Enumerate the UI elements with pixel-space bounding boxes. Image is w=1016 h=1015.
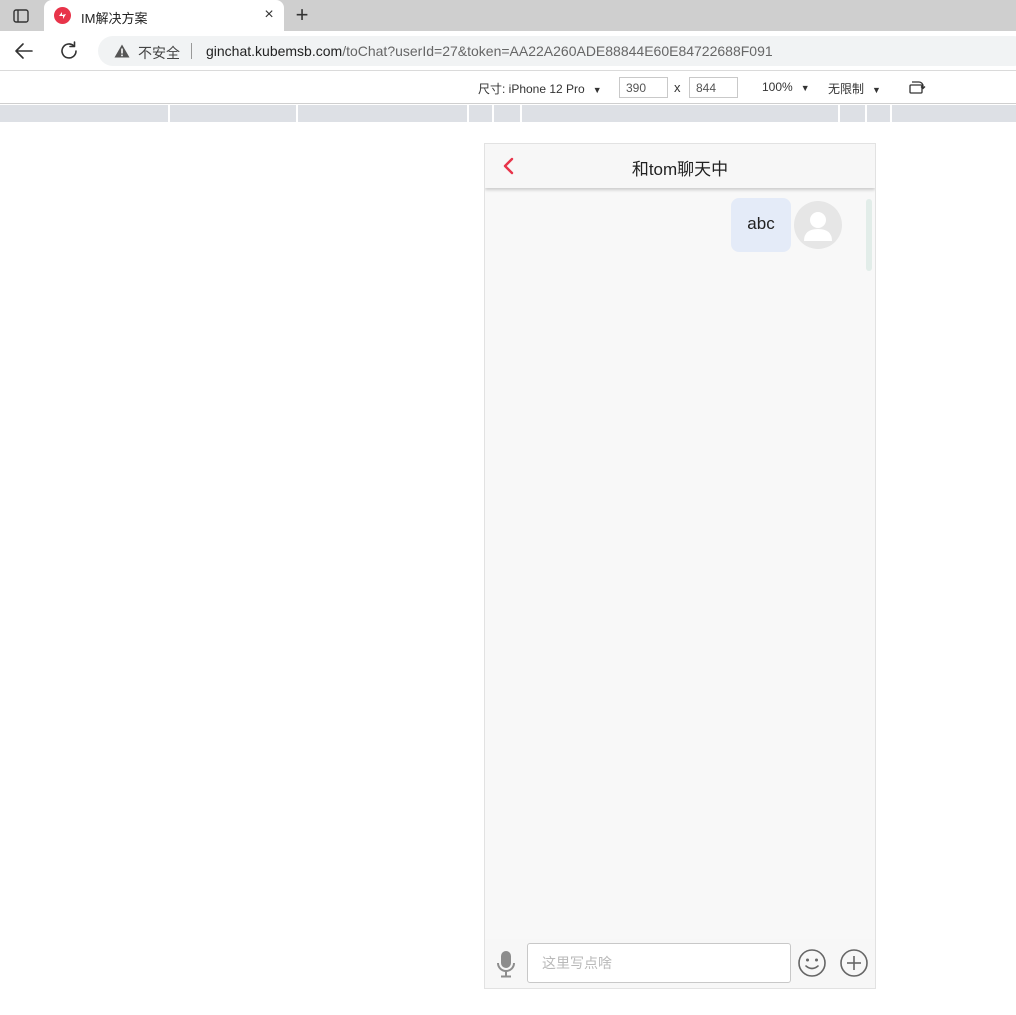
voice-button[interactable] bbox=[495, 949, 517, 979]
throttle-select[interactable]: 无限制 ▼ bbox=[828, 80, 881, 97]
caret-down-icon: ▼ bbox=[800, 83, 810, 93]
message-bubble: abc bbox=[731, 198, 791, 252]
app-logo-icon bbox=[54, 7, 71, 24]
tab-strip: IM解决方案 × + bbox=[0, 0, 1016, 31]
browser-toolbar: 不安全 ginchat.kubemsb.com/toChat?userId=27… bbox=[0, 31, 1016, 71]
throttle-label: 无限制 bbox=[828, 82, 865, 96]
window-tabs-icon bbox=[13, 9, 29, 23]
security-status[interactable]: 不安全 bbox=[138, 43, 180, 63]
new-tab-button[interactable]: + bbox=[290, 4, 314, 28]
width-input[interactable]: 390 bbox=[619, 77, 668, 98]
zoom-select[interactable]: 100% ▼ bbox=[762, 80, 810, 94]
media-query-marker bbox=[890, 105, 892, 122]
message-input[interactable] bbox=[527, 943, 791, 983]
url-host: ginchat.kubemsb.com bbox=[206, 43, 343, 59]
chat-header: 和tom聊天中 bbox=[485, 144, 875, 188]
media-query-marker bbox=[467, 105, 469, 122]
device-label: 尺寸: iPhone 12 Pro bbox=[478, 82, 585, 96]
device-toolbar: 尺寸: iPhone 12 Pro ▼ 390 x 844 100% ▼ 无限制 ▼ bbox=[0, 72, 1016, 104]
scrollbar-thumb[interactable] bbox=[866, 199, 872, 271]
reload-icon bbox=[61, 41, 77, 59]
caret-down-icon: ▼ bbox=[872, 85, 881, 95]
smile-icon bbox=[798, 949, 826, 977]
url-path: /toChat?userId=27&token=AA22A260ADE88844… bbox=[342, 43, 773, 59]
arrow-left-icon bbox=[15, 43, 33, 59]
device-select[interactable]: 尺寸: iPhone 12 Pro ▼ bbox=[478, 80, 602, 97]
media-query-marker bbox=[838, 105, 840, 122]
media-query-marker bbox=[168, 105, 170, 122]
media-query-bar[interactable] bbox=[0, 105, 1016, 122]
tab-title: IM解决方案 bbox=[81, 11, 148, 26]
url-text[interactable]: ginchat.kubemsb.com/toChat?userId=27&tok… bbox=[206, 43, 773, 59]
rotate-icon bbox=[909, 81, 926, 94]
reload-button[interactable] bbox=[57, 39, 81, 63]
plus-circle-icon bbox=[840, 949, 868, 977]
page-title: 和tom聊天中 bbox=[631, 160, 729, 179]
device-viewport: 和tom聊天中 abc bbox=[484, 143, 876, 989]
media-query-marker bbox=[492, 105, 494, 122]
address-bar[interactable]: 不安全 ginchat.kubemsb.com/toChat?userId=27… bbox=[98, 36, 1016, 66]
warning-icon bbox=[114, 44, 130, 58]
more-button[interactable] bbox=[839, 948, 869, 978]
tab-active[interactable]: IM解决方案 × bbox=[44, 0, 284, 31]
tab-actions-button[interactable] bbox=[8, 4, 34, 28]
tab-close-button[interactable]: × bbox=[260, 6, 278, 24]
chat-input-bar bbox=[485, 939, 875, 988]
media-query-marker bbox=[520, 105, 522, 122]
user-icon bbox=[804, 212, 832, 241]
caret-down-icon: ▼ bbox=[592, 85, 602, 95]
height-input[interactable]: 844 bbox=[689, 77, 738, 98]
media-query-marker bbox=[296, 105, 298, 122]
rotate-button[interactable] bbox=[908, 79, 928, 97]
back-button[interactable] bbox=[12, 39, 36, 63]
emoji-button[interactable] bbox=[797, 948, 827, 978]
microphone-icon bbox=[497, 951, 515, 978]
avatar[interactable] bbox=[794, 201, 842, 249]
zoom-label: 100% bbox=[762, 80, 793, 94]
media-query-marker bbox=[865, 105, 867, 122]
divider bbox=[191, 43, 192, 59]
dimension-separator: x bbox=[674, 80, 681, 95]
